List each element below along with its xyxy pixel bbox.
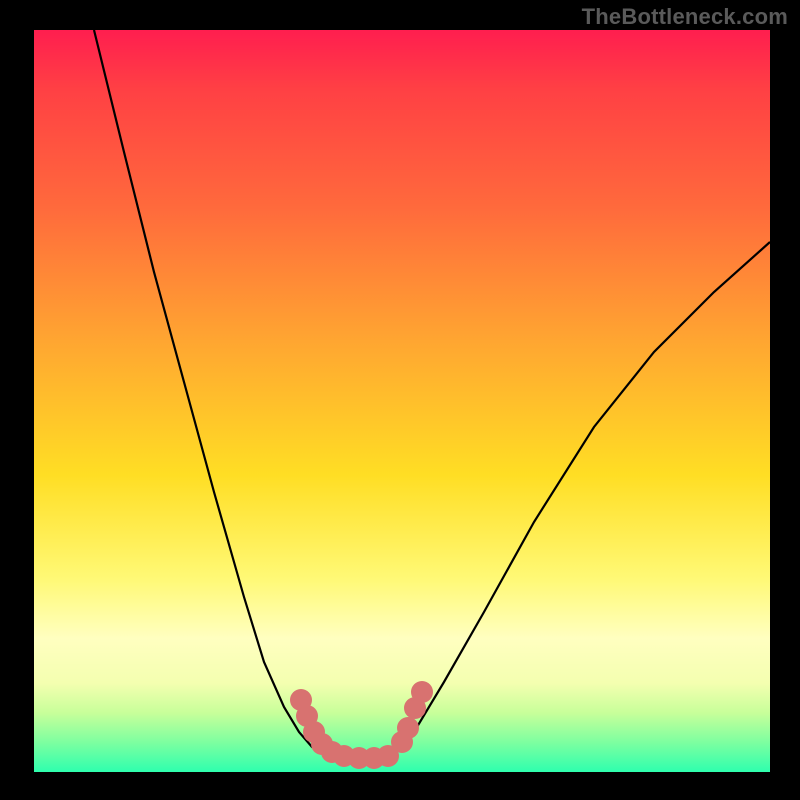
- curve-layer: [34, 30, 770, 772]
- plot-area: [34, 30, 770, 772]
- bottleneck-curve: [94, 30, 770, 760]
- chart-frame: TheBottleneck.com: [0, 0, 800, 800]
- floor-marker-group: [290, 681, 433, 769]
- floor-marker: [411, 681, 433, 703]
- floor-marker: [397, 717, 419, 739]
- watermark-text: TheBottleneck.com: [582, 4, 788, 30]
